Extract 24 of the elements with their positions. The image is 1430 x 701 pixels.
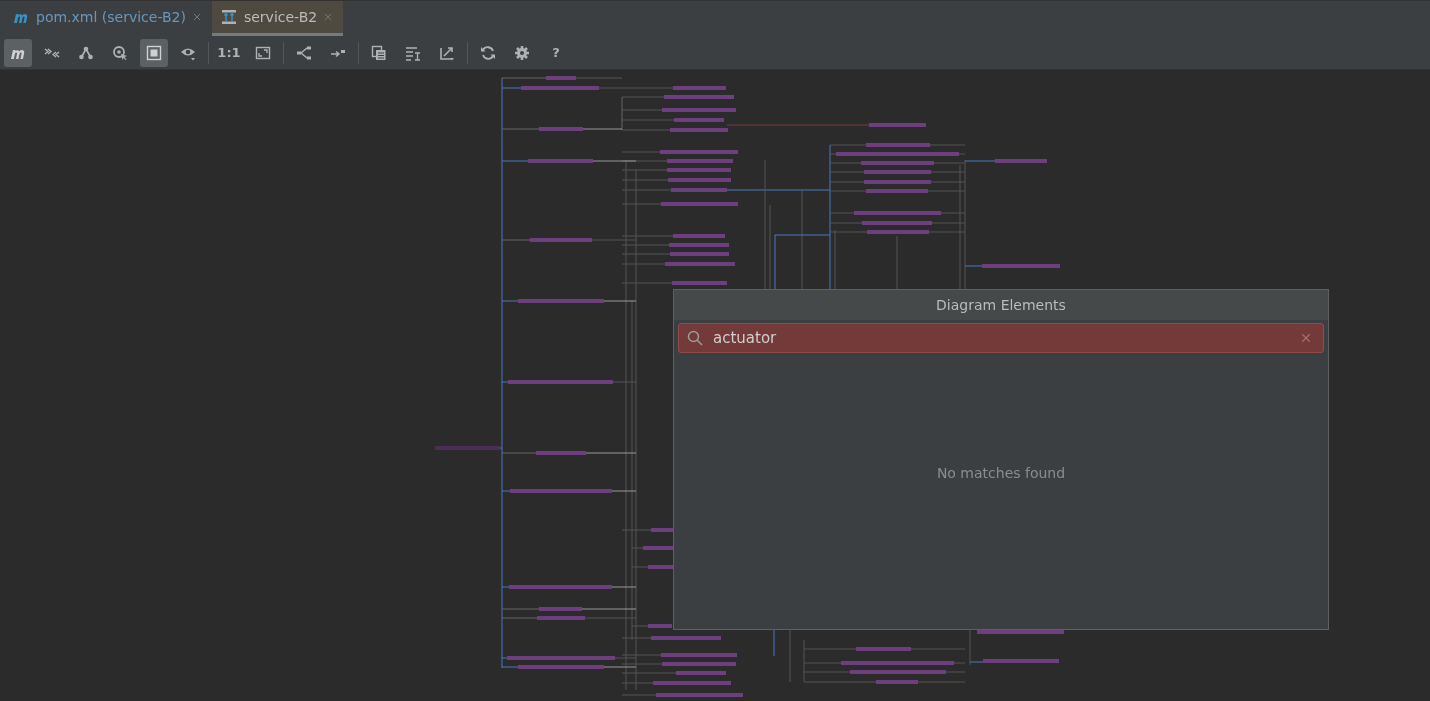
popup-title: Diagram Elements	[674, 290, 1328, 320]
editor-tab[interactable]: service-B2	[211, 1, 344, 36]
close-icon	[191, 12, 202, 22]
toolbar-button[interactable]: ?	[542, 38, 570, 67]
editor-tab[interactable]: pom.xml (service-B2)	[4, 1, 212, 36]
settings-icon	[514, 44, 530, 61]
export-icon	[439, 44, 455, 61]
cursor-target-icon	[112, 44, 128, 61]
hierarchy-icon	[78, 44, 94, 61]
close-icon	[1300, 332, 1312, 344]
refresh-icon	[480, 44, 496, 61]
text-layout-icon	[405, 44, 421, 61]
toolbar-button[interactable]: 1:1	[215, 38, 243, 67]
tree-icon	[296, 44, 312, 61]
toolbar-button[interactable]	[4, 38, 32, 67]
close-icon	[323, 12, 334, 22]
search-field[interactable]: actuator	[678, 323, 1324, 353]
diagram-icon	[219, 9, 238, 25]
actual-size-icon	[255, 44, 271, 61]
copy-icon	[371, 44, 387, 61]
toolbar-button[interactable]	[140, 38, 168, 67]
fit-content-icon	[146, 44, 162, 61]
search-icon	[687, 330, 703, 346]
empty-message: No matches found	[936, 464, 1066, 481]
